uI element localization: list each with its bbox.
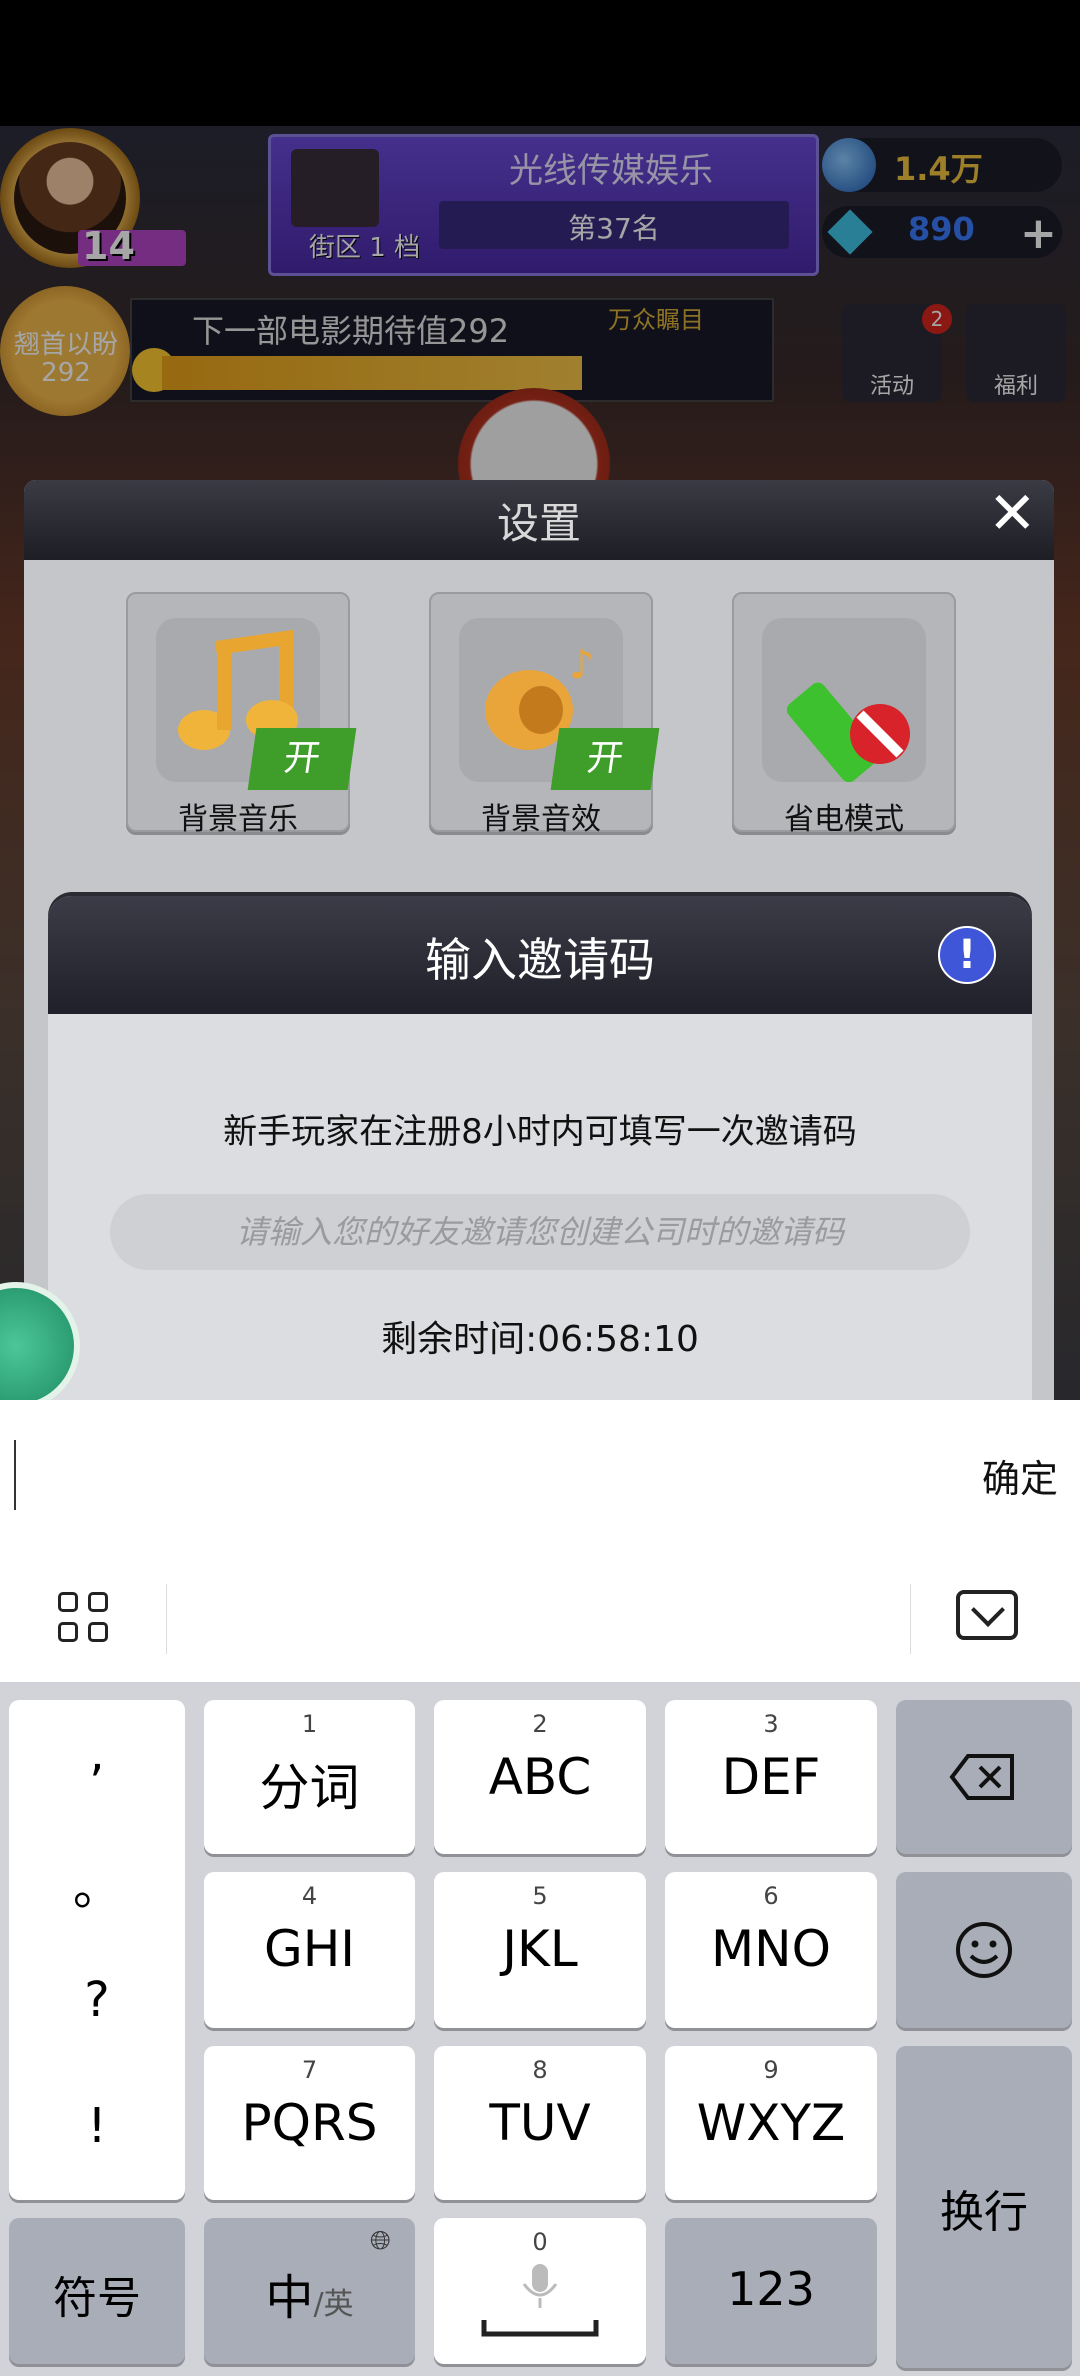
close-icon[interactable]: ✕	[988, 484, 1046, 542]
key-label: MNO	[711, 1920, 831, 1978]
setting-label-sound: 背景音效	[481, 802, 601, 837]
key-label: WXYZ	[696, 2094, 846, 2152]
key-label: ABC	[488, 1748, 592, 1806]
power-saving-toggle[interactable]: 省电模式	[732, 592, 956, 837]
music-on-tag: 开	[247, 728, 357, 790]
invite-code-dialog: 输入邀请码 ! 新手玩家在注册8小时内可填写一次邀请码 请输入您的好友邀请您创建…	[48, 896, 1032, 1400]
symbols-button[interactable]: 符号	[9, 2218, 185, 2364]
key-number: 8	[532, 2056, 548, 2084]
key-1[interactable]: 1 分词	[204, 1700, 415, 1854]
sound-on-tag: 开	[550, 728, 660, 790]
sound-effects-toggle[interactable]: ♪ 开 背景音效	[429, 592, 660, 837]
key-number: 9	[763, 2056, 779, 2084]
invite-description: 新手玩家在注册8小时内可填写一次邀请码	[223, 1112, 857, 1152]
keyboard-toolbar	[0, 1556, 1080, 1682]
info-icon[interactable]: !	[938, 926, 996, 984]
space-button[interactable]: 0	[434, 2218, 646, 2364]
newline-button[interactable]: 换行	[896, 2046, 1072, 2368]
punct-question[interactable]: ?	[9, 1972, 185, 2028]
key-number: 6	[763, 1882, 779, 1910]
toolbar-divider	[910, 1584, 911, 1654]
settings-title: 设置	[496, 499, 581, 548]
key-number: 0	[532, 2228, 548, 2256]
symbols-label: 符号	[53, 2273, 141, 2324]
ime-input-bar[interactable]: 确定	[0, 1400, 1080, 1557]
background-music-toggle[interactable]: 开 背景音乐	[126, 592, 357, 837]
remaining-time: 剩余时间:06:58:10	[381, 1319, 699, 1360]
toolbar-divider	[166, 1584, 167, 1654]
setting-label-power: 省电模式	[784, 802, 904, 837]
svg-text:♪: ♪	[569, 642, 595, 688]
key-9[interactable]: 9 WXYZ	[665, 2046, 877, 2200]
key-label: GHI	[263, 1920, 356, 1978]
key-number: 2	[532, 1710, 548, 1738]
invite-code-input[interactable]: 请输入您的好友邀请您创建公司时的邀请码	[110, 1194, 970, 1270]
numbers-label: 123	[727, 2262, 815, 2316]
key-3[interactable]: 3 DEF	[665, 1700, 877, 1854]
key-number: 4	[301, 1882, 318, 1910]
punct-exclamation[interactable]: !	[9, 2098, 185, 2154]
key-7[interactable]: 7 PQRS	[204, 2046, 415, 2200]
emoji-button[interactable]	[896, 1872, 1072, 2028]
keyboard: , 。 ? ! 1 分词 2 ABC 3 DEF 4 GHI 5 JKL 6 M…	[0, 1682, 1080, 2376]
setting-label-music: 背景音乐	[178, 802, 298, 837]
numbers-button[interactable]: 123	[665, 2218, 877, 2364]
key-number: 5	[532, 1882, 548, 1910]
key-label: 分词	[259, 1759, 360, 1817]
text-caret	[14, 1440, 16, 1510]
key-8[interactable]: 8 TUV	[434, 2046, 646, 2200]
key-2[interactable]: 2 ABC	[434, 1700, 646, 1854]
key-label: TUV	[489, 2094, 591, 2152]
grid-menu-icon[interactable]	[58, 1592, 112, 1646]
key-label: JKL	[502, 1920, 578, 1978]
invite-header: 输入邀请码 !	[48, 896, 1032, 1014]
punct-period[interactable]: 。	[9, 1848, 185, 1918]
key-label: DEF	[721, 1748, 821, 1806]
punctuation-column[interactable]: , 。 ? !	[9, 1700, 185, 2200]
microphone-icon	[522, 2264, 558, 2308]
smiley-icon	[956, 1922, 1012, 1978]
backspace-icon	[949, 1754, 1014, 1800]
globe-icon: 🌐︎	[370, 2226, 391, 2256]
key-number: 1	[301, 1710, 318, 1738]
punct-comma[interactable]: ,	[9, 1726, 185, 1782]
language-switch-button[interactable]: 🌐︎ 中/英	[204, 2218, 415, 2364]
key-6[interactable]: 6 MNO	[665, 1872, 877, 2028]
backspace-button[interactable]	[896, 1700, 1072, 1854]
key-4[interactable]: 4 GHI	[204, 1872, 415, 2028]
language-label: 中/英	[265, 2270, 354, 2326]
newline-label: 换行	[940, 2187, 1028, 2238]
invite-title: 输入邀请码	[425, 933, 655, 987]
hide-keyboard-icon[interactable]	[956, 1590, 1018, 1640]
confirm-button[interactable]: 确定	[982, 1448, 1058, 1503]
key-label: PQRS	[241, 2094, 378, 2152]
key-5[interactable]: 5 JKL	[434, 1872, 646, 2028]
status-bar	[0, 0, 1080, 126]
key-number: 7	[301, 2056, 318, 2084]
space-bar-icon	[481, 2320, 599, 2337]
key-number: 3	[763, 1710, 779, 1738]
settings-header: 设置 ✕	[24, 480, 1054, 560]
battery-icon	[762, 618, 926, 783]
